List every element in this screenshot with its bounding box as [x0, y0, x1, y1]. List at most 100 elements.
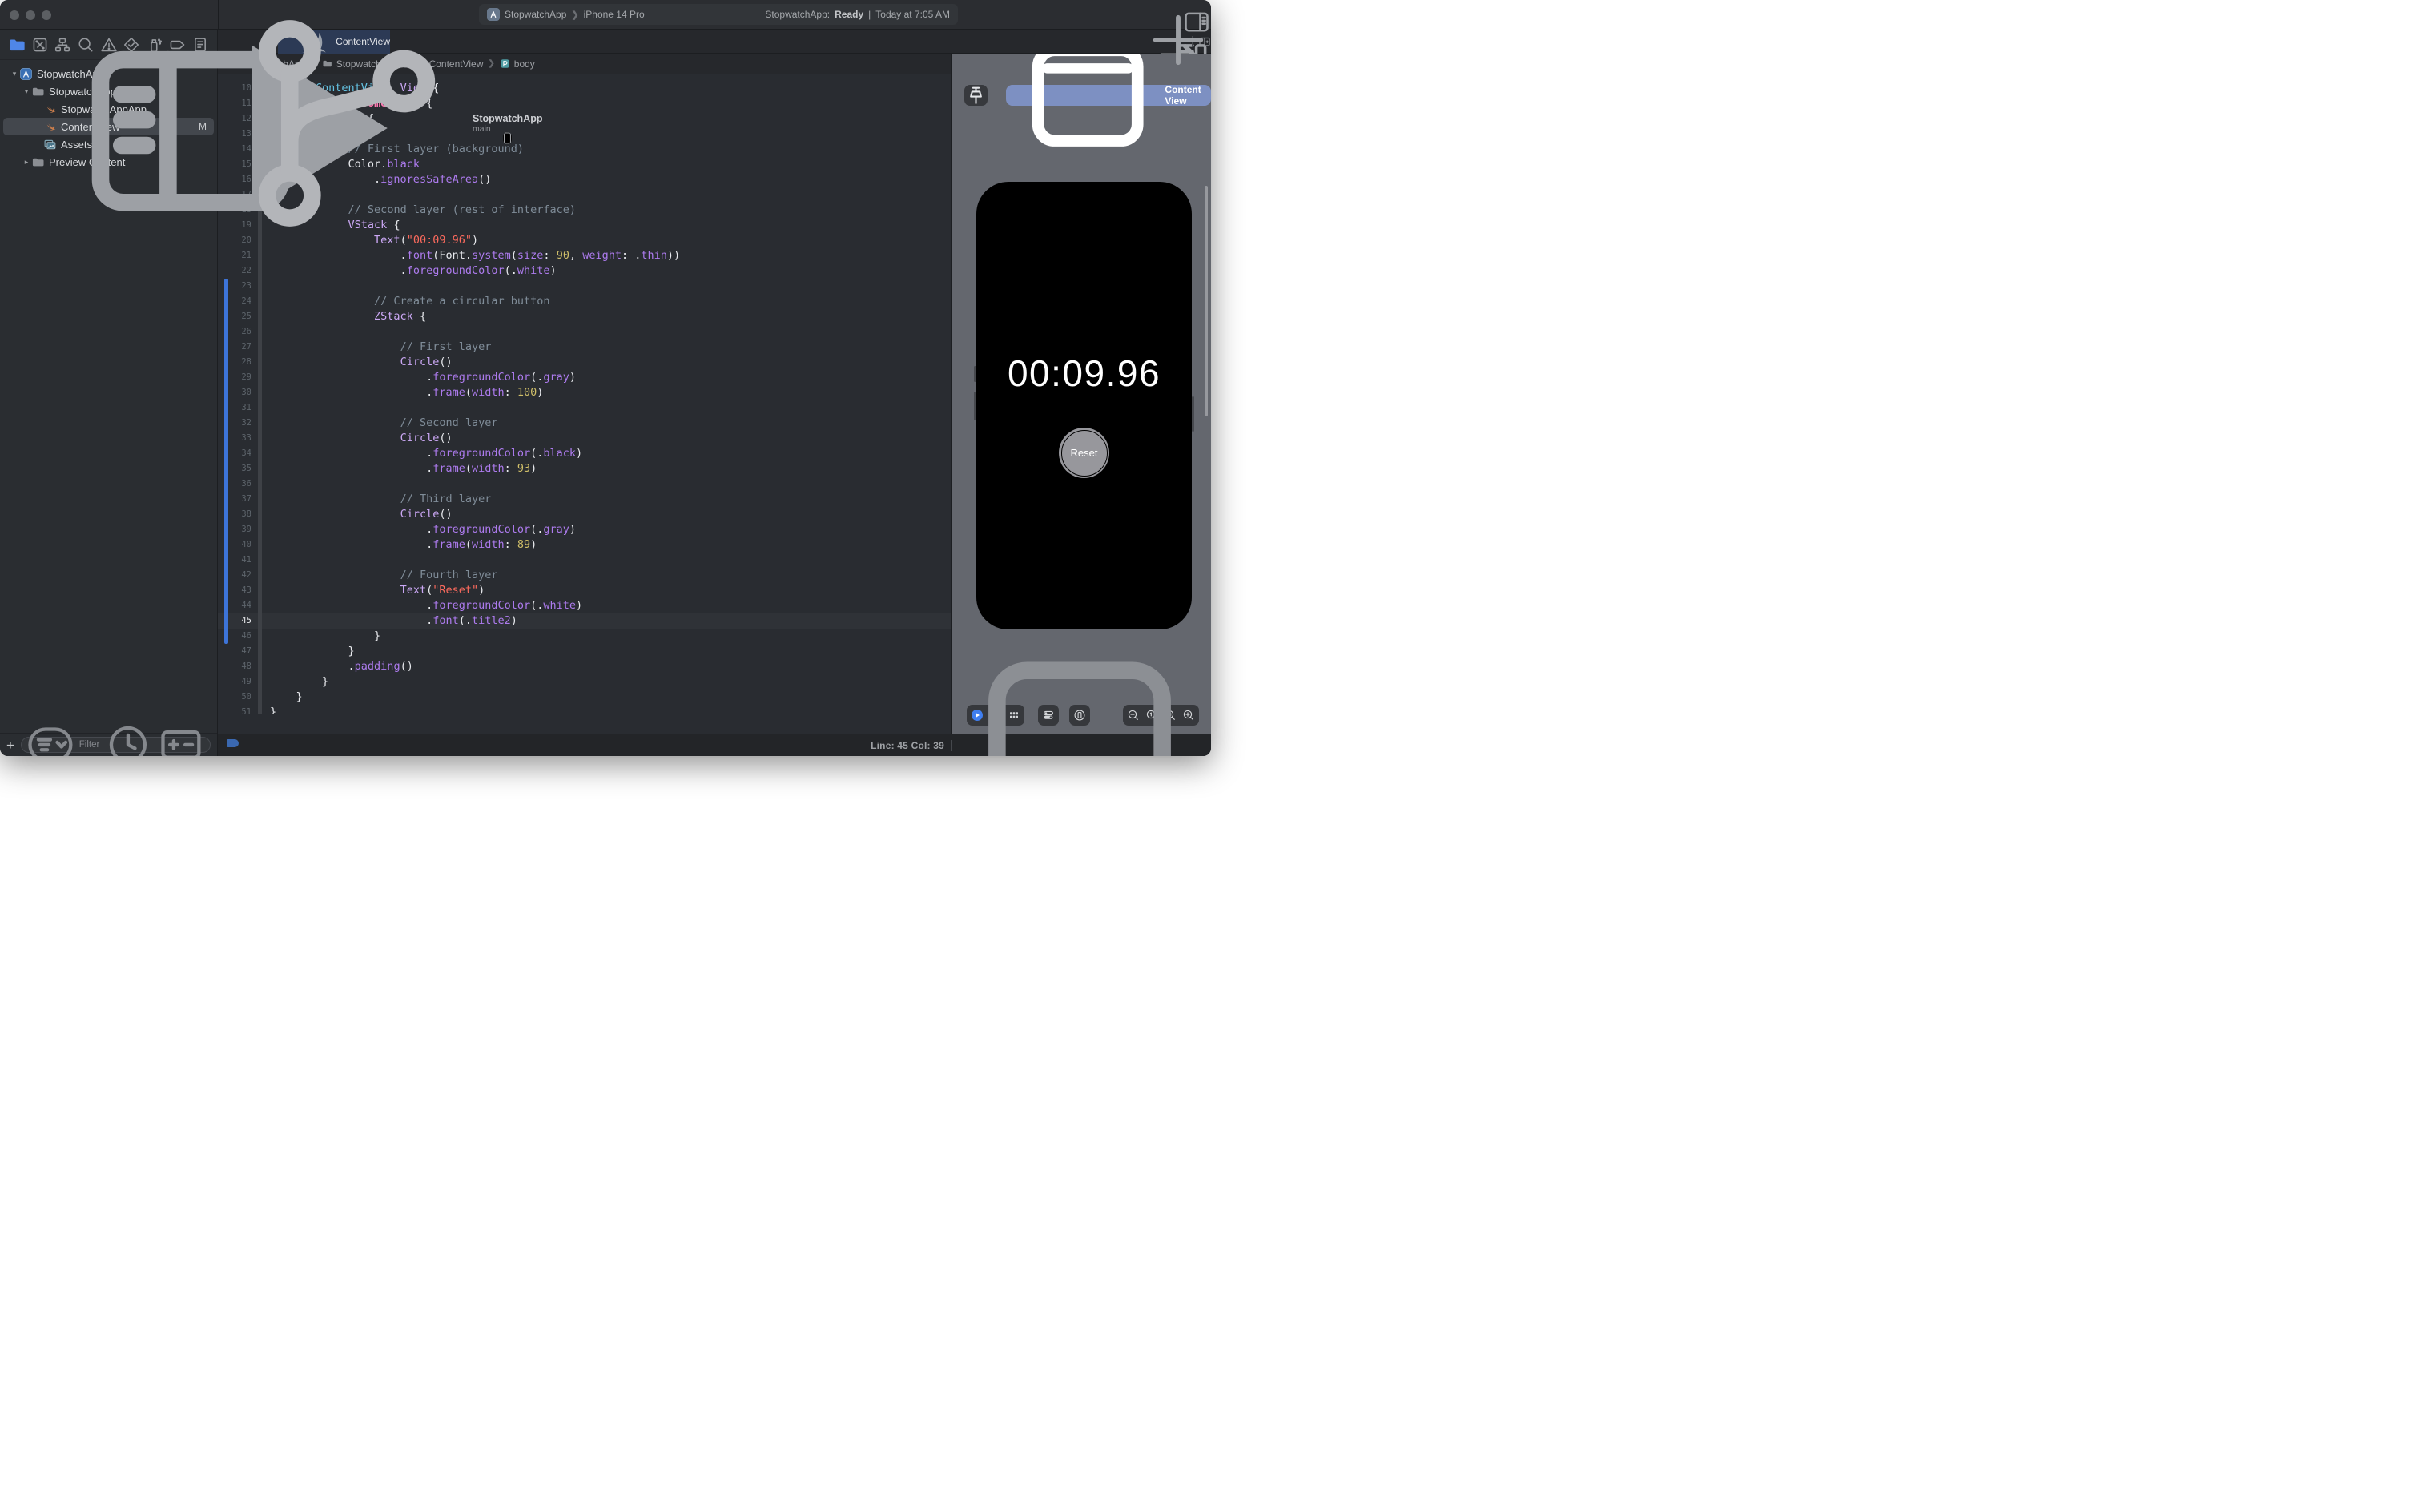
- code-text: .foregroundColor(.gray): [270, 371, 577, 384]
- filter-field[interactable]: Filter: [20, 726, 211, 756]
- code-line[interactable]: 26: [218, 324, 952, 340]
- line-number[interactable]: 29: [218, 370, 253, 385]
- code-text: .foregroundColor(.gray): [270, 523, 577, 536]
- clock-icon[interactable]: [104, 721, 152, 756]
- code-line[interactable]: 43 Text("Reset"): [218, 583, 952, 598]
- code-line[interactable]: 48 .padding(): [218, 659, 952, 674]
- reset-button[interactable]: Reset: [1059, 428, 1109, 478]
- line-number[interactable]: 38: [218, 507, 253, 522]
- chevron-right-icon[interactable]: ▸: [22, 158, 31, 167]
- line-number[interactable]: 47: [218, 644, 253, 659]
- line-number[interactable]: 46: [218, 629, 253, 644]
- code-line[interactable]: 30 .frame(width: 100): [218, 385, 952, 400]
- line-number[interactable]: 23: [218, 279, 253, 294]
- line-number[interactable]: 51: [218, 705, 253, 714]
- code-line[interactable]: 33 Circle(): [218, 431, 952, 446]
- code-line[interactable]: 23: [218, 279, 952, 294]
- source-control-navigator-icon[interactable]: [31, 36, 49, 54]
- power-button: [1192, 396, 1194, 432]
- code-text: .frame(width: 89): [270, 538, 537, 551]
- line-number[interactable]: 31: [218, 400, 253, 416]
- code-line[interactable]: 27 // First layer: [218, 340, 952, 355]
- code-line[interactable]: 45 .font(.title2): [218, 613, 952, 629]
- scheme-name[interactable]: StopwatchApp: [505, 9, 566, 20]
- activity-view[interactable]: StopwatchApp ❯ iPhone 14 Pro StopwatchAp…: [479, 4, 958, 144]
- code-line[interactable]: 39 .foregroundColor(.gray): [218, 522, 952, 537]
- code-line[interactable]: 24 // Create a circular button: [218, 294, 952, 309]
- code-line[interactable]: 47 }: [218, 644, 952, 659]
- code-line[interactable]: 22 .foregroundColor(.white): [218, 263, 952, 279]
- chevron-down-icon[interactable]: ▾: [10, 70, 19, 78]
- line-number[interactable]: 37: [218, 492, 253, 507]
- line-number[interactable]: 21: [218, 248, 253, 263]
- iphone-preview[interactable]: 00:09.96 Reset: [974, 182, 1194, 629]
- code-line[interactable]: 51}: [218, 705, 952, 714]
- line-number[interactable]: 24: [218, 294, 253, 309]
- code-text: // Create a circular button: [374, 295, 550, 308]
- line-number[interactable]: 34: [218, 446, 253, 461]
- code-line[interactable]: 35 .frame(width: 93): [218, 461, 952, 477]
- swift-file-icon: [43, 103, 57, 116]
- code-line[interactable]: 36: [218, 477, 952, 492]
- code-line[interactable]: 44 .foregroundColor(.white): [218, 598, 952, 613]
- line-number[interactable]: 45: [218, 613, 253, 629]
- code-line[interactable]: 25 ZStack {: [218, 309, 952, 324]
- line-number[interactable]: 26: [218, 324, 253, 340]
- code-text: Circle(): [400, 508, 453, 521]
- run-destination[interactable]: iPhone 14 Pro: [584, 9, 645, 20]
- minimize-window-button[interactable]: [26, 10, 35, 20]
- reset-label: Reset: [1070, 447, 1098, 459]
- code-line[interactable]: 49 }: [218, 674, 952, 690]
- line-number[interactable]: 33: [218, 431, 253, 446]
- line-number[interactable]: 44: [218, 598, 253, 613]
- code-line[interactable]: 40 .frame(width: 89): [218, 537, 952, 553]
- code-text: }: [270, 690, 303, 703]
- code-text: }: [270, 675, 329, 688]
- zoom-window-button[interactable]: [42, 10, 51, 20]
- code-line[interactable]: 32 // Second layer: [218, 416, 952, 431]
- chevron-down-icon[interactable]: ▾: [22, 87, 31, 96]
- code-line[interactable]: 28 Circle(): [218, 355, 952, 370]
- plusminus-icon[interactable]: [157, 721, 205, 756]
- code-line[interactable]: 41: [218, 553, 952, 568]
- line-number[interactable]: 42: [218, 568, 253, 583]
- line-number[interactable]: 40: [218, 537, 253, 553]
- code-line[interactable]: 46 }: [218, 629, 952, 644]
- code-line[interactable]: 31: [218, 400, 952, 416]
- code-line[interactable]: 38 Circle(): [218, 507, 952, 522]
- add-file-button[interactable]: +: [6, 738, 14, 752]
- line-number[interactable]: 36: [218, 477, 253, 492]
- code-line[interactable]: 42 // Fourth layer: [218, 568, 952, 583]
- line-number[interactable]: 27: [218, 340, 253, 355]
- code-line[interactable]: 34 .foregroundColor(.black): [218, 446, 952, 461]
- close-window-button[interactable]: [10, 10, 19, 20]
- status-state: Ready: [835, 9, 864, 20]
- line-number[interactable]: 48: [218, 659, 253, 674]
- scheme-selector[interactable]: StopwatchApp ❯ iPhone 14 Pro: [487, 8, 645, 144]
- editor-layout-icon[interactable]: [960, 625, 1200, 756]
- canvas-scrollbar[interactable]: [1205, 186, 1208, 416]
- line-number[interactable]: 22: [218, 263, 253, 279]
- line-number[interactable]: 25: [218, 309, 253, 324]
- line-number[interactable]: 41: [218, 553, 253, 568]
- pin-preview-button[interactable]: [964, 85, 988, 106]
- line-number[interactable]: 39: [218, 522, 253, 537]
- code-line[interactable]: 29 .foregroundColor(.gray): [218, 370, 952, 385]
- content-view-preview-button[interactable]: Content View: [1006, 54, 1211, 147]
- code-line[interactable]: 21 .font(Font.system(size: 90, weight: .…: [218, 248, 952, 263]
- line-number[interactable]: 49: [218, 674, 253, 690]
- line-number[interactable]: 32: [218, 416, 253, 431]
- filter-pill-icon[interactable]: [26, 721, 74, 756]
- line-number[interactable]: 43: [218, 583, 253, 598]
- line-number[interactable]: 50: [218, 690, 253, 705]
- code-line[interactable]: 50 }: [218, 690, 952, 705]
- line-number[interactable]: 30: [218, 385, 253, 400]
- inspector-toggle-icon[interactable]: [1182, 7, 1211, 36]
- filter-placeholder: Filter: [78, 740, 100, 750]
- line-number[interactable]: 28: [218, 355, 253, 370]
- symbol-navigator-icon[interactable]: [54, 36, 71, 54]
- line-number[interactable]: 35: [218, 461, 253, 477]
- code-line[interactable]: 37 // Third layer: [218, 492, 952, 507]
- project-navigator-icon[interactable]: [8, 36, 26, 54]
